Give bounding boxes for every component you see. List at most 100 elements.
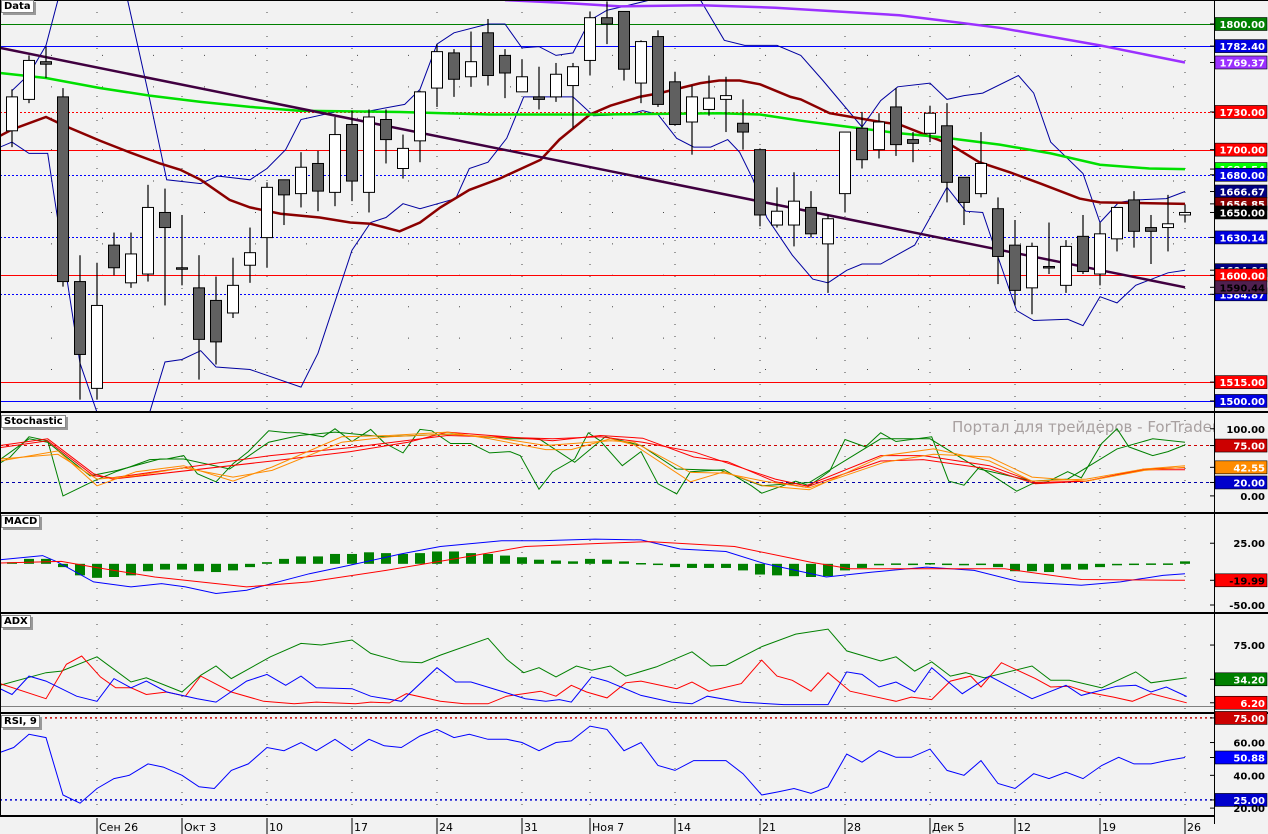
macd-histogram-bar bbox=[993, 563, 1003, 568]
macd-histogram-bar bbox=[1180, 561, 1190, 564]
panel-title-macd: MACD bbox=[1, 515, 41, 528]
macd-histogram-bar bbox=[959, 563, 969, 566]
grid bbox=[0, 0, 1214, 815]
candle-bearish bbox=[652, 36, 664, 105]
macd-histogram-bar bbox=[670, 563, 680, 568]
candle-bearish bbox=[992, 208, 1004, 257]
axis-value-label: 75.00 bbox=[1233, 641, 1265, 652]
panel-title-adx: ADX bbox=[1, 615, 31, 628]
axis-value-label: 1630.14 bbox=[1219, 233, 1265, 244]
trendline-line bbox=[0, 46, 1186, 289]
candle-bullish bbox=[822, 218, 834, 245]
candle-bearish bbox=[346, 124, 358, 182]
candle-bearish bbox=[533, 96, 545, 100]
candle-bearish bbox=[210, 299, 222, 343]
candle-bearish bbox=[805, 206, 817, 235]
date-label: 24 bbox=[439, 821, 453, 834]
panel-divider[interactable] bbox=[0, 612, 1268, 614]
trading-chart: Портал для трейдеров - ForTrader.ru 1800… bbox=[0, 0, 1268, 834]
macd-histogram-bar bbox=[1129, 563, 1139, 566]
macd-histogram-bar bbox=[1163, 563, 1173, 565]
adx-di-line bbox=[0, 655, 1187, 705]
panel-divider[interactable] bbox=[0, 411, 1268, 413]
axis-value-label: 20.00 bbox=[1233, 804, 1265, 815]
macd-histogram-bar bbox=[585, 558, 595, 564]
candle-bearish bbox=[482, 32, 494, 77]
axis-value-label: 1782.40 bbox=[1219, 42, 1265, 53]
stochastic-signal-2-line bbox=[0, 433, 1186, 489]
axis-value-label: 50.88 bbox=[1233, 753, 1265, 764]
date-label: Ноя 7 bbox=[592, 821, 624, 834]
candle-bearish bbox=[380, 118, 392, 141]
date-label: Дек 5 bbox=[932, 821, 965, 834]
candle-bullish bbox=[924, 112, 936, 134]
candle-bullish bbox=[703, 97, 715, 110]
date-label: 21 bbox=[762, 821, 776, 834]
macd-histogram-bar bbox=[891, 563, 901, 565]
macd-histogram-bar bbox=[296, 556, 306, 564]
price-axis[interactable]: 1800.001782.401769.371730.001700.001684.… bbox=[1210, 17, 1268, 815]
candle-bullish bbox=[1179, 211, 1191, 216]
date-label: 26 bbox=[1187, 821, 1201, 834]
panel-divider[interactable] bbox=[0, 512, 1268, 514]
candle-bearish bbox=[159, 211, 171, 229]
date-label: 19 bbox=[1102, 821, 1116, 834]
macd-histogram-bar bbox=[1027, 563, 1037, 572]
date-axis[interactable]: Сен 26 Окт 3 10 17 24 31 Ноя 7 14 21 28 Дек 5 12 19 2… bbox=[96, 818, 1201, 834]
candle-bearish bbox=[1043, 265, 1055, 269]
candle-bullish bbox=[873, 121, 885, 151]
candle-bullish bbox=[1111, 206, 1123, 240]
adx-adx-line bbox=[0, 628, 1187, 693]
candle-bearish bbox=[737, 122, 749, 133]
candle-bullish bbox=[1094, 233, 1106, 275]
candle-bullish bbox=[839, 131, 851, 195]
axis-value-label: 25.00 bbox=[1233, 539, 1265, 550]
stochastic-signal-1-line bbox=[0, 431, 1186, 491]
macd-histogram-bar bbox=[449, 551, 459, 564]
candle-bullish bbox=[686, 96, 698, 123]
candle-bullish bbox=[550, 73, 562, 98]
macd-histogram-bar bbox=[925, 563, 935, 565]
macd-histogram-bar bbox=[619, 561, 629, 564]
macd-histogram-bar bbox=[228, 563, 238, 571]
panel-divider[interactable] bbox=[0, 712, 1268, 714]
stochastic-k-slow-line bbox=[0, 431, 1186, 487]
macd-histogram-bar bbox=[551, 560, 561, 564]
macd-histogram-bar bbox=[1061, 563, 1071, 570]
candle-bullish bbox=[465, 61, 477, 78]
axis-value-label: 6.20 bbox=[1240, 699, 1265, 710]
candle-bearish bbox=[193, 287, 205, 340]
candle-bullish bbox=[567, 66, 579, 87]
panel-title-rsi: RSI, 9 bbox=[1, 715, 40, 728]
candle-bullish bbox=[142, 206, 154, 275]
axis-value-label: 1590.44 bbox=[1219, 283, 1265, 294]
candle-bearish bbox=[754, 149, 766, 216]
macd-histogram-bar bbox=[1044, 563, 1054, 573]
rsi-panel bbox=[0, 717, 1214, 804]
axis-value-label: 1666.67 bbox=[1219, 188, 1265, 199]
candle-bullish bbox=[125, 253, 137, 284]
macd-histogram-bar bbox=[1146, 563, 1156, 565]
candle-bearish bbox=[856, 127, 868, 161]
candle-bullish bbox=[788, 200, 800, 226]
macd-histogram-bar bbox=[568, 561, 578, 564]
macd-histogram-bar bbox=[534, 559, 544, 564]
candle-bullish bbox=[414, 91, 426, 142]
axis-value-label: 1680.00 bbox=[1219, 171, 1265, 182]
candle-bullish bbox=[23, 59, 35, 100]
candle-bearish bbox=[278, 179, 290, 196]
candle-bearish bbox=[958, 176, 970, 203]
macd-histogram-bar bbox=[976, 563, 986, 566]
candle-bullish bbox=[584, 17, 596, 61]
candle-bullish bbox=[397, 147, 409, 169]
axis-value-label: 75.00 bbox=[1233, 442, 1265, 453]
macd-histogram-bar bbox=[466, 553, 476, 564]
macd-histogram-bar bbox=[1112, 563, 1122, 566]
macd-histogram-bar bbox=[755, 563, 765, 575]
macd-histogram-bar bbox=[806, 563, 816, 577]
axis-value-label: 1650.00 bbox=[1219, 208, 1265, 219]
candle-bullish bbox=[363, 116, 375, 193]
axis-value-label: 1515.00 bbox=[1219, 378, 1265, 389]
macd-histogram-bar bbox=[483, 553, 493, 564]
axis-value-label: 1700.00 bbox=[1219, 146, 1265, 157]
